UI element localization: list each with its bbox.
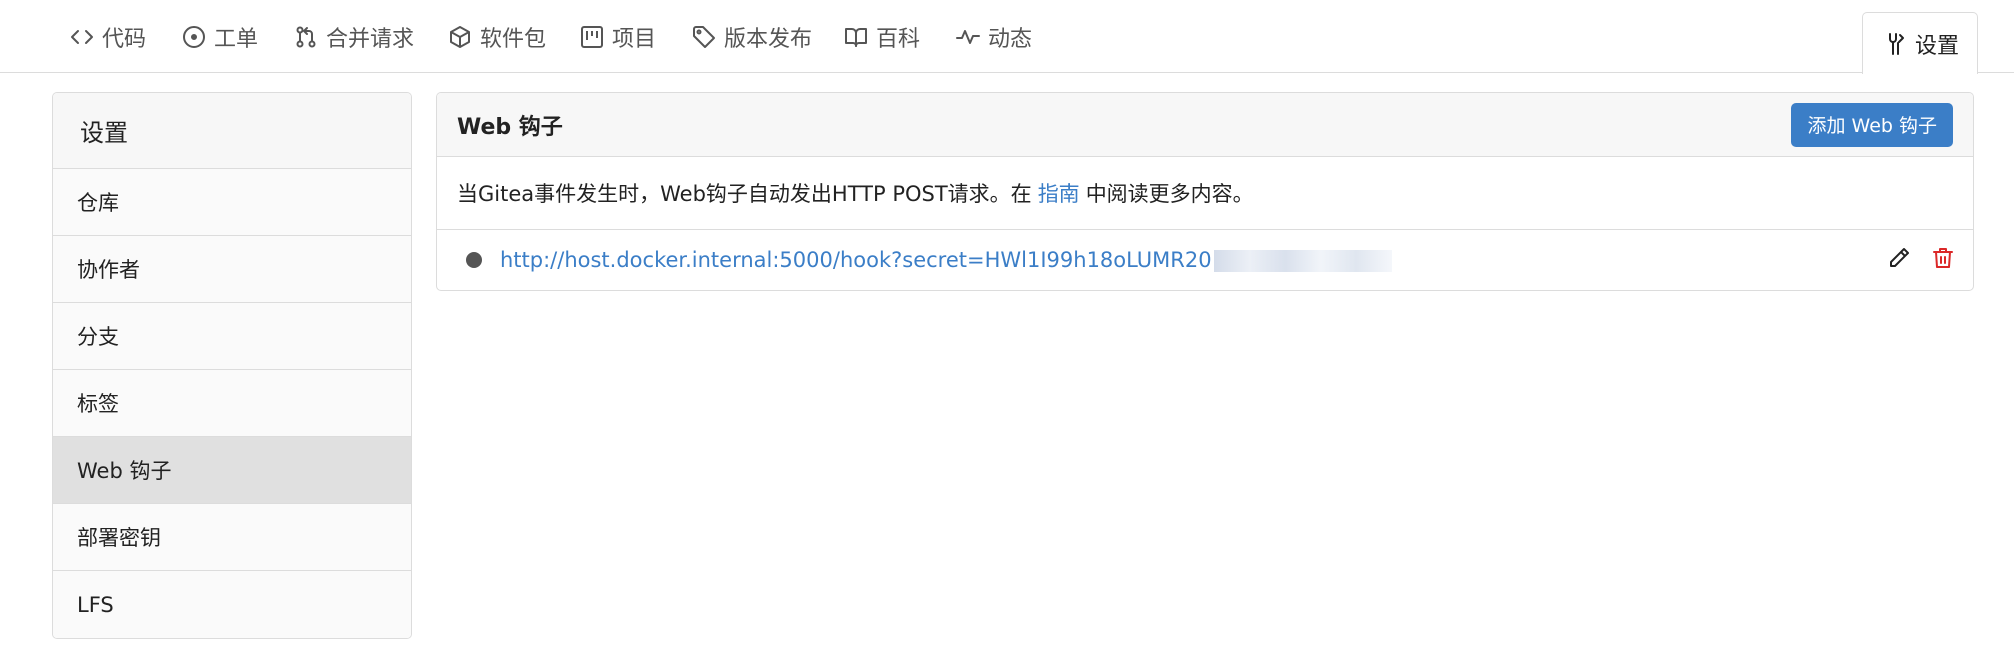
- tab-label: 软件包: [480, 26, 547, 52]
- sidebar-item-repository[interactable]: 仓库: [53, 169, 411, 236]
- webhook-row: http://host.docker.internal:5000/hook?se…: [437, 230, 1973, 290]
- sidebar-item-branches[interactable]: 分支: [53, 303, 411, 370]
- tab-code[interactable]: 代码: [70, 0, 146, 73]
- trash-icon: [1933, 248, 1953, 268]
- description-suffix: 中阅读更多内容。: [1085, 182, 1254, 206]
- tab-label: 设置: [1915, 33, 1960, 59]
- add-webhook-button[interactable]: 添加 Web 钩子: [1791, 102, 1953, 147]
- settings-sidebar: 设置 仓库 协作者 分支 标签 Web 钩子 部署密钥 LFS: [52, 92, 412, 639]
- issue-icon: [182, 25, 206, 49]
- book-icon: [844, 25, 868, 49]
- webhook-url-link[interactable]: http://host.docker.internal:5000/hook?se…: [500, 248, 1392, 272]
- tab-label: 项目: [612, 26, 657, 52]
- tab-label: 百科: [876, 26, 921, 52]
- package-icon: [448, 25, 472, 49]
- sidebar-item-collaborators[interactable]: 协作者: [53, 236, 411, 303]
- pull-request-icon: [294, 25, 318, 49]
- webhooks-panel: Web 钩子 添加 Web 钩子 当Gitea事件发生时，Web钩子自动发出HT…: [436, 92, 1974, 291]
- tab-label: 工单: [214, 26, 259, 52]
- tab-settings[interactable]: 设置: [1862, 12, 1979, 74]
- tag-icon: [692, 25, 716, 49]
- repo-tab-bar: 代码 工单 合并请求 软件包 项目 版本发布 百科 动态 设置: [0, 0, 2014, 74]
- description-prefix: 当Gitea事件发生时，Web钩子自动发出HTTP POST请求。在: [457, 182, 1032, 206]
- tab-releases[interactable]: 版本发布: [692, 0, 812, 73]
- sidebar-item-tags[interactable]: 标签: [53, 370, 411, 437]
- code-icon: [70, 25, 94, 49]
- panel-header: Web 钩子 添加 Web 钩子: [437, 93, 1973, 157]
- tab-activity[interactable]: 动态: [956, 0, 1032, 73]
- tab-label: 合并请求: [326, 26, 415, 52]
- sidebar-item-webhooks[interactable]: Web 钩子: [53, 437, 411, 504]
- pencil-icon: [1890, 248, 1909, 267]
- redacted-secret: [1213, 250, 1392, 272]
- project-icon: [580, 25, 604, 49]
- tab-pull-requests[interactable]: 合并请求: [294, 0, 414, 73]
- pulse-icon: [956, 25, 980, 49]
- tab-label: 版本发布: [724, 26, 813, 52]
- tab-projects[interactable]: 项目: [580, 0, 656, 73]
- tab-packages[interactable]: 软件包: [448, 0, 546, 73]
- webhook-status-dot: [466, 252, 482, 268]
- tab-issues[interactable]: 工单: [182, 0, 258, 73]
- page-title: Web 钩子: [457, 114, 563, 140]
- delete-webhook-button[interactable]: [1931, 246, 1955, 274]
- tab-label: 代码: [102, 26, 147, 52]
- tools-icon: [1883, 32, 1907, 56]
- guide-link[interactable]: 指南: [1038, 178, 1080, 208]
- webhooks-description: 当Gitea事件发生时，Web钩子自动发出HTTP POST请求。在 指南 中阅…: [437, 157, 1973, 230]
- tab-label: 动态: [988, 26, 1033, 52]
- sidebar-title: 设置: [53, 93, 411, 169]
- webhook-actions: [1887, 230, 1955, 290]
- sidebar-item-deploy-keys[interactable]: 部署密钥: [53, 504, 411, 571]
- sidebar-item-lfs[interactable]: LFS: [53, 571, 411, 638]
- edit-webhook-button[interactable]: [1887, 246, 1911, 274]
- webhook-url: http://host.docker.internal:5000/hook?se…: [500, 248, 1212, 272]
- tab-wiki[interactable]: 百科: [844, 0, 920, 73]
